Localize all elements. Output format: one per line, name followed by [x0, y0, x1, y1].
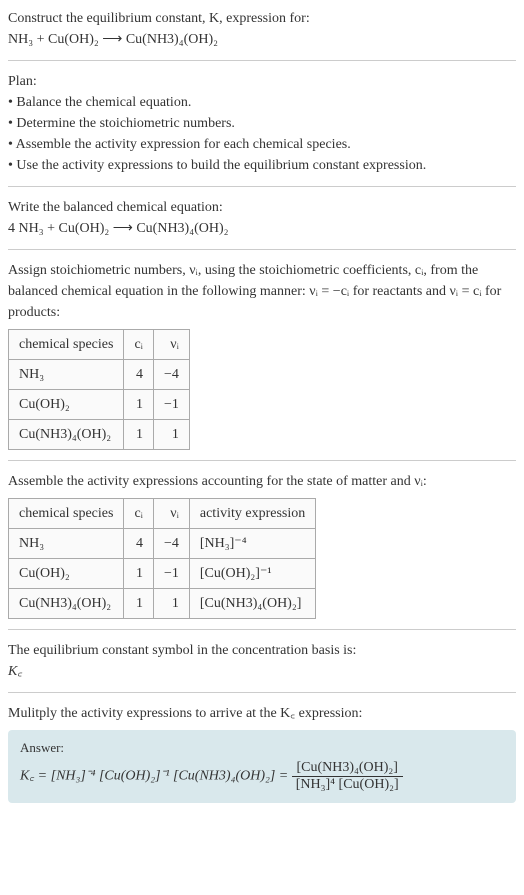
cell-ci: 4 — [124, 529, 154, 559]
cell-nui: 1 — [153, 420, 189, 450]
cell-activity: [Cu(OH)₂]⁻¹ — [189, 559, 315, 589]
activity-block: Assemble the activity expressions accoun… — [8, 471, 516, 619]
cell-species: Cu(NH3)₄(OH)₂ — [9, 589, 124, 619]
plan-item: • Assemble the activity expression for e… — [8, 134, 516, 155]
divider — [8, 186, 516, 187]
answer-fraction: [Cu(NH3)₄(OH)₂] [NH₃]⁴ [Cu(OH)₂] — [292, 760, 403, 793]
col-nui: νᵢ — [153, 499, 189, 529]
cell-species: Cu(NH3)₄(OH)₂ — [9, 420, 124, 450]
intro-block: Construct the equilibrium constant, K, e… — [8, 8, 516, 50]
cell-species: Cu(OH)₂ — [9, 559, 124, 589]
symbol-value: K꜀ — [8, 661, 516, 682]
cell-ci: 1 — [124, 589, 154, 619]
cell-nui: −4 — [153, 529, 189, 559]
table-header-row: chemical species cᵢ νᵢ activity expressi… — [9, 499, 316, 529]
plan-item: • Determine the stoichiometric numbers. — [8, 113, 516, 134]
intro-equation: NH₃ + Cu(OH)₂ ⟶ Cu(NH3)₄(OH)₂ — [8, 29, 516, 50]
cell-nui: −1 — [153, 559, 189, 589]
cell-activity: [Cu(NH3)₄(OH)₂] — [189, 589, 315, 619]
table-row: NH₃ 4 −4 — [9, 360, 190, 390]
cell-ci: 4 — [124, 360, 154, 390]
divider — [8, 692, 516, 693]
table-row: Cu(NH3)₄(OH)₂ 1 1 — [9, 420, 190, 450]
assign-text: Assign stoichiometric numbers, νᵢ, using… — [8, 260, 516, 323]
divider — [8, 629, 516, 630]
col-species: chemical species — [9, 499, 124, 529]
cell-ci: 1 — [124, 559, 154, 589]
divider — [8, 460, 516, 461]
col-species: chemical species — [9, 330, 124, 360]
cell-ci: 1 — [124, 420, 154, 450]
activity-text: Assemble the activity expressions accoun… — [8, 471, 516, 492]
col-ci: cᵢ — [124, 499, 154, 529]
cell-species: Cu(OH)₂ — [9, 390, 124, 420]
table-row: Cu(NH3)₄(OH)₂ 1 1 [Cu(NH3)₄(OH)₂] — [9, 589, 316, 619]
plan-block: Plan: • Balance the chemical equation. •… — [8, 71, 516, 176]
assign-block: Assign stoichiometric numbers, νᵢ, using… — [8, 260, 516, 450]
assign-table: chemical species cᵢ νᵢ NH₃ 4 −4 Cu(OH)₂ … — [8, 329, 190, 450]
multiply-block: Mulitply the activity expressions to arr… — [8, 703, 516, 724]
col-nui: νᵢ — [153, 330, 189, 360]
divider — [8, 249, 516, 250]
answer-lhs: K꜀ = [NH₃]⁻⁴ [Cu(OH)₂]⁻¹ [Cu(NH3)₄(OH)₂]… — [20, 769, 292, 784]
table-row: NH₃ 4 −4 [NH₃]⁻⁴ — [9, 529, 316, 559]
cell-ci: 1 — [124, 390, 154, 420]
multiply-text: Mulitply the activity expressions to arr… — [8, 703, 516, 724]
table-header-row: chemical species cᵢ νᵢ — [9, 330, 190, 360]
cell-species: NH₃ — [9, 529, 124, 559]
activity-table: chemical species cᵢ νᵢ activity expressi… — [8, 498, 316, 619]
balanced-heading: Write the balanced chemical equation: — [8, 197, 516, 218]
cell-nui: −4 — [153, 360, 189, 390]
cell-activity: [NH₃]⁻⁴ — [189, 529, 315, 559]
cell-nui: −1 — [153, 390, 189, 420]
balanced-equation: 4 NH₃ + Cu(OH)₂ ⟶ Cu(NH3)₄(OH)₂ — [8, 218, 516, 239]
fraction-denominator: [NH₃]⁴ [Cu(OH)₂] — [292, 777, 403, 793]
symbol-block: The equilibrium constant symbol in the c… — [8, 640, 516, 682]
plan-item: • Balance the chemical equation. — [8, 92, 516, 113]
table-row: Cu(OH)₂ 1 −1 [Cu(OH)₂]⁻¹ — [9, 559, 316, 589]
answer-equation: K꜀ = [NH₃]⁻⁴ [Cu(OH)₂]⁻¹ [Cu(NH3)₄(OH)₂]… — [20, 760, 504, 793]
plan-heading: Plan: — [8, 71, 516, 92]
symbol-text: The equilibrium constant symbol in the c… — [8, 640, 516, 661]
balanced-block: Write the balanced chemical equation: 4 … — [8, 197, 516, 239]
col-ci: cᵢ — [124, 330, 154, 360]
table-row: Cu(OH)₂ 1 −1 — [9, 390, 190, 420]
col-activity: activity expression — [189, 499, 315, 529]
cell-species: NH₃ — [9, 360, 124, 390]
answer-box: Answer: K꜀ = [NH₃]⁻⁴ [Cu(OH)₂]⁻¹ [Cu(NH3… — [8, 730, 516, 803]
fraction-numerator: [Cu(NH3)₄(OH)₂] — [292, 760, 403, 777]
cell-nui: 1 — [153, 589, 189, 619]
answer-label: Answer: — [20, 740, 504, 756]
intro-line1: Construct the equilibrium constant, K, e… — [8, 8, 516, 29]
plan-item: • Use the activity expressions to build … — [8, 155, 516, 176]
divider — [8, 60, 516, 61]
